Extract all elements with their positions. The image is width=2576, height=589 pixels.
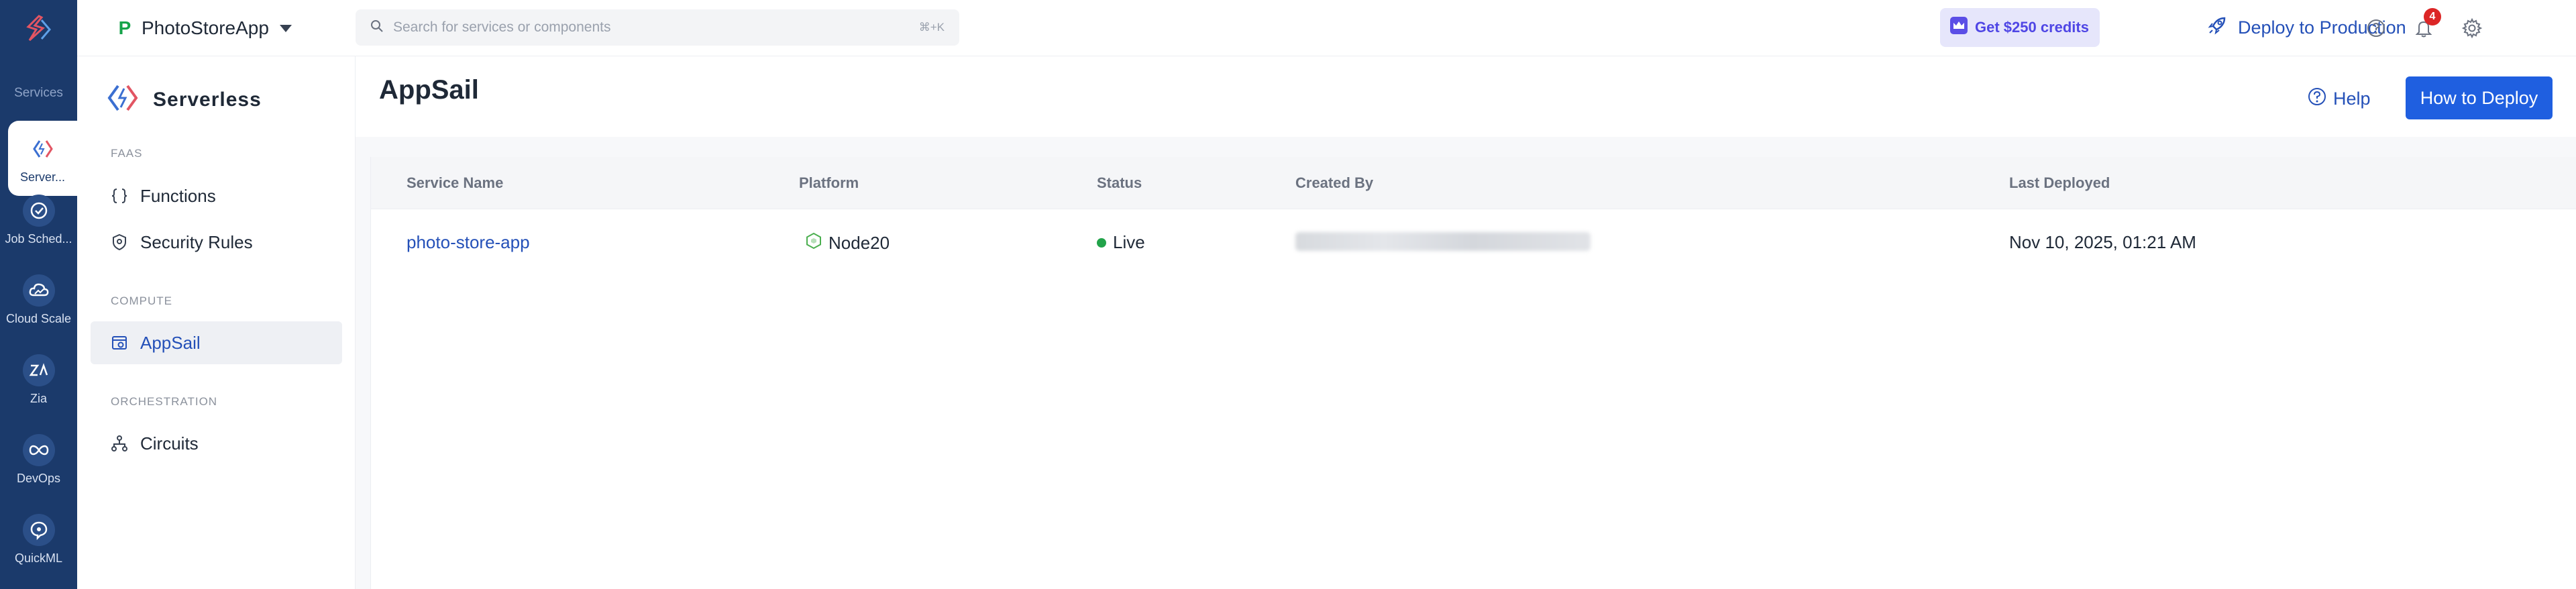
- page-header: AppSail Help How to Deploy: [356, 56, 2576, 137]
- search-shortcut: ⌘+K: [918, 21, 945, 34]
- rail-item-label: DevOps: [16, 471, 61, 485]
- services-rail: Services Server... Job Sched... Cloud Sc…: [0, 0, 77, 589]
- sidebar-item-security-rules[interactable]: Security Rules: [91, 221, 342, 264]
- get-credits-button[interactable]: Get $250 credits: [1940, 8, 2100, 47]
- rocket-icon: [2207, 15, 2227, 40]
- services-table: Service Name Platform Status Created By …: [370, 157, 2576, 589]
- catalyst-logo-icon[interactable]: [23, 13, 55, 46]
- last-deployed-cell: Nov 10, 2025, 01:21 AM: [2009, 232, 2196, 252]
- table-header: Service Name Platform Status Created By …: [371, 157, 2576, 209]
- job-scheduling-icon: [22, 194, 55, 227]
- search-input[interactable]: [393, 19, 919, 36]
- sidebar-title: Serverless: [153, 88, 262, 111]
- platform-label: Node20: [828, 233, 890, 253]
- table-row[interactable]: photo-store-app Node20 Live Nov 10, 2025…: [371, 209, 2576, 276]
- status-cell: Live: [1097, 232, 1145, 253]
- rail-item-job-scheduling[interactable]: Job Sched...: [0, 182, 77, 258]
- crown-icon: [1949, 16, 1968, 39]
- sidebar-item-appsail[interactable]: AppSail: [91, 321, 342, 364]
- column-header-created-by: Created By: [1295, 174, 1374, 191]
- redacted-email: [1295, 232, 1591, 251]
- section-label-compute: COMPUTE: [111, 294, 172, 307]
- status-dot-icon: [1097, 237, 1106, 248]
- section-label-faas: FAAS: [111, 147, 143, 160]
- sidebar-item-label: Functions: [140, 185, 216, 206]
- rail-item-cloud-scale[interactable]: Cloud Scale: [0, 262, 77, 337]
- shield-icon: [111, 233, 128, 251]
- column-header-status: Status: [1097, 174, 1142, 191]
- column-header-last-deployed: Last Deployed: [2009, 174, 2110, 191]
- devops-icon: [22, 433, 55, 466]
- sidebar-item-circuits[interactable]: Circuits: [91, 422, 342, 465]
- status-label: Live: [1113, 232, 1145, 252]
- quickml-icon: [22, 513, 55, 546]
- rail-services-label: Services: [14, 86, 63, 100]
- rail-item-label: Job Sched...: [5, 231, 72, 246]
- help-circle-icon[interactable]: [2363, 15, 2390, 42]
- rail-item-quickml[interactable]: QuickML: [0, 502, 77, 577]
- zia-icon: [22, 354, 55, 386]
- sidebar-item-label: AppSail: [140, 332, 201, 353]
- rail-item-zia[interactable]: Zia: [0, 342, 77, 417]
- chevron-down-icon: [279, 24, 292, 32]
- section-label-orchestration: ORCHESTRATION: [111, 395, 218, 408]
- notification-count-badge: 4: [2424, 8, 2441, 25]
- service-name-link[interactable]: photo-store-app: [407, 232, 530, 253]
- project-initial: P: [118, 17, 131, 38]
- sidebar-item-label: Security Rules: [140, 231, 253, 252]
- global-search[interactable]: ⌘+K: [356, 9, 959, 46]
- braces-icon: [111, 187, 128, 205]
- cloud-scale-icon: [22, 274, 55, 307]
- sidebar-item-functions[interactable]: Functions: [91, 174, 342, 217]
- serverless-icon: [26, 132, 59, 165]
- rail-item-label: Zia: [30, 391, 47, 405]
- search-icon: [370, 19, 384, 36]
- credits-label: Get $250 credits: [1975, 19, 2089, 36]
- notifications-bell-icon[interactable]: 4: [2410, 8, 2441, 42]
- sidebar-item-label: Circuits: [140, 433, 199, 453]
- rail-item-devops[interactable]: DevOps: [0, 422, 77, 497]
- how-to-deploy-button[interactable]: How to Deploy: [2406, 76, 2553, 119]
- help-link[interactable]: Help: [2308, 87, 2371, 111]
- help-label: Help: [2333, 89, 2371, 109]
- rail-item-label: Cloud Scale: [5, 311, 72, 325]
- circuits-icon: [111, 435, 128, 452]
- serverless-logo-icon: [106, 83, 140, 116]
- main-content: AppSail Help How to Deploy Service Name …: [356, 56, 2576, 589]
- project-switcher[interactable]: P PhotoStoreApp: [116, 13, 292, 43]
- column-header-platform: Platform: [799, 174, 859, 191]
- appsail-icon: [111, 334, 128, 352]
- top-bar: P PhotoStoreApp ⌘+K Get $250 credits Dep…: [77, 0, 2576, 56]
- platform-cell: Node20: [806, 232, 890, 254]
- page-title: AppSail: [379, 75, 479, 105]
- serverless-sidebar: Serverless FAAS Functions Security Rules…: [77, 56, 356, 589]
- column-header-service-name: Service Name: [407, 174, 504, 191]
- created-by-cell: [1295, 232, 1591, 251]
- sidebar-header: Serverless: [106, 83, 262, 116]
- settings-gear-icon[interactable]: [2459, 15, 2485, 42]
- help-circle-icon: [2308, 87, 2326, 111]
- nodejs-icon: [806, 232, 822, 254]
- rail-item-label: QuickML: [14, 551, 62, 565]
- project-name: PhotoStoreApp: [142, 17, 269, 38]
